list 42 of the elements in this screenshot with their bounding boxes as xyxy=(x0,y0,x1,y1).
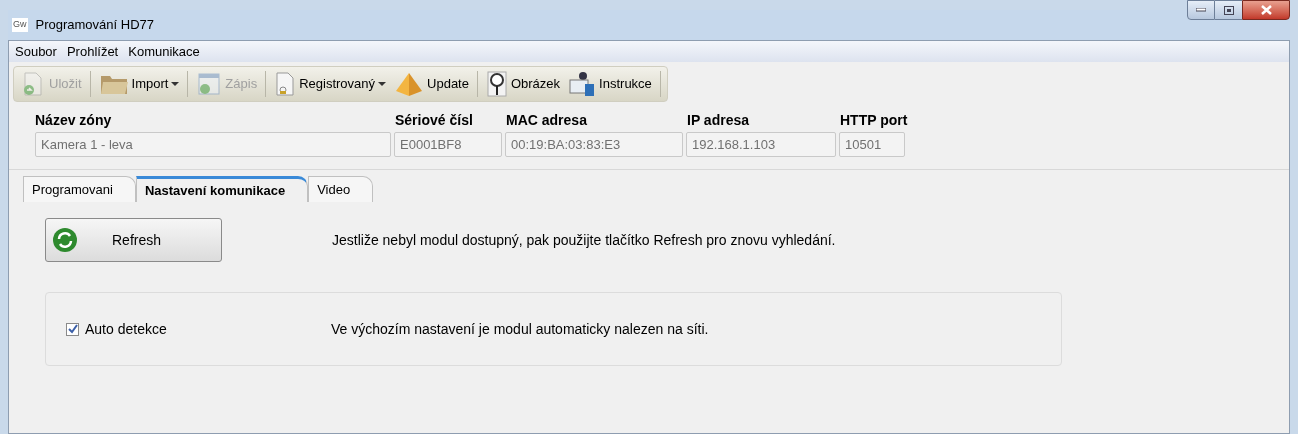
close-button[interactable] xyxy=(1242,0,1290,20)
minimize-button[interactable] xyxy=(1187,0,1215,20)
field-label: MAC adresa xyxy=(506,111,588,130)
text-field[interactable]: 192.168.1.103 xyxy=(686,132,836,157)
maximize-button[interactable] xyxy=(1215,0,1242,20)
document-icon xyxy=(274,71,297,97)
menu-item[interactable]: Komunikace xyxy=(128,41,200,62)
toolbar-button[interactable]: Import xyxy=(96,69,182,99)
menu-item[interactable]: Prohlížet xyxy=(66,41,119,62)
auto-detect-checkbox[interactable]: Auto detekce xyxy=(66,318,331,340)
field-label: Název zóny xyxy=(35,111,113,130)
text-field[interactable]: Kamera 1 - leva xyxy=(35,132,391,157)
person-computer-icon xyxy=(568,70,597,98)
pyramid-icon xyxy=(394,71,425,97)
check-icon xyxy=(67,324,78,334)
app-logo: Gw xyxy=(12,18,28,32)
text-field[interactable]: 10501 xyxy=(839,132,905,157)
close-icon xyxy=(1260,5,1272,15)
toolbar-button[interactable]: Obrázek xyxy=(483,69,563,99)
toolbar-button[interactable]: Registrovaný xyxy=(272,69,389,99)
refresh-button[interactable]: Refresh xyxy=(45,218,222,262)
maximize-icon xyxy=(1223,5,1234,15)
field-label: HTTP port xyxy=(840,111,909,130)
window-title: Programování HD77 xyxy=(35,16,154,35)
text-field[interactable]: E0001BF8 xyxy=(394,132,502,157)
refresh-icon xyxy=(52,227,78,253)
text-field[interactable]: 00:19:BA:03:83:E3 xyxy=(505,132,683,157)
caret-icon xyxy=(378,81,387,87)
minimize-icon xyxy=(1196,8,1206,12)
refresh-hint: Jestliže nebyl modul dostupný, pak použijte tlačítko Refresh pro znovu vyhledání. xyxy=(332,230,836,250)
toolbar-button[interactable]: Update xyxy=(392,69,471,99)
caret-icon xyxy=(171,81,180,87)
tab[interactable]: Nastavení komunikace xyxy=(135,176,309,202)
tab[interactable]: Video xyxy=(308,176,374,202)
window-icon xyxy=(196,71,223,97)
magnifier-icon xyxy=(485,70,508,98)
field-label: Sériové čísl xyxy=(395,111,474,130)
toolbar-button[interactable]: Instrukce xyxy=(566,69,654,99)
tab[interactable]: Programovani xyxy=(23,176,136,202)
menu-item[interactable]: Soubor xyxy=(15,41,57,62)
auto-detect-hint: Ve výchozím nastavení je modul automaticky nalezen na síti. xyxy=(331,319,709,339)
field-label: IP adresa xyxy=(687,111,750,130)
